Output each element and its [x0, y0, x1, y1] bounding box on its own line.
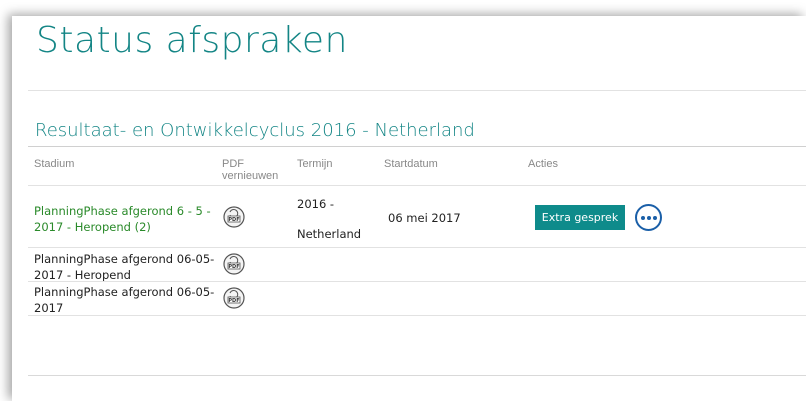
column-header-startdatum: Startdatum: [384, 158, 438, 170]
section-title: Resultaat- en Ontwikkelcyclus 2016 - Net…: [35, 120, 475, 141]
stadium-line1: PlanningPhase afgerond 06-05-: [34, 285, 215, 299]
dot: [640, 215, 645, 220]
dot: [646, 215, 651, 220]
column-header-pdf: PDF vernieuwen: [222, 158, 278, 182]
column-header-termijn: Termijn: [297, 158, 333, 170]
svg-text:PDF: PDF: [228, 264, 239, 270]
extra-gesprek-button[interactable]: Extra gesprek: [535, 205, 625, 230]
column-header-pdf-line1: PDF: [222, 158, 244, 170]
pdf-refresh-icon[interactable]: PDF: [223, 253, 245, 275]
header-divider: [28, 185, 806, 186]
bottom-divider: [28, 375, 806, 376]
column-header-acties: Acties: [528, 158, 558, 170]
section-divider: [28, 146, 806, 147]
row-divider: [28, 281, 806, 282]
svg-text:PDF: PDF: [228, 298, 239, 304]
pdf-refresh-icon[interactable]: PDF: [223, 287, 245, 309]
termijn-line2: Netherland: [297, 227, 362, 241]
stadium-cell[interactable]: PlanningPhase afgerond 06-05- 2017 - Her…: [34, 251, 214, 283]
startdatum-cell: 06 mei 2017: [388, 211, 461, 225]
stadium-line1: PlanningPhase afgerond 06-05-: [34, 252, 215, 266]
page-title: Status afspraken: [36, 20, 348, 61]
stadium-line2: 2017 - Heropend (2): [34, 220, 151, 234]
termijn-line1: 2016 -: [297, 197, 335, 211]
stadium-line1: PlanningPhase afgerond 6 - 5 -: [34, 204, 211, 218]
column-header-stadium: Stadium: [34, 158, 75, 170]
stadium-cell[interactable]: PlanningPhase afgerond 6 - 5 - 2017 - He…: [34, 203, 211, 235]
svg-text:PDF: PDF: [228, 217, 239, 223]
column-header-pdf-line2: vernieuwen: [222, 170, 279, 182]
row-divider: [28, 315, 806, 316]
dot: [652, 215, 657, 220]
title-divider: [28, 90, 806, 91]
termijn-cell: 2016 - Netherland: [297, 196, 361, 242]
stadium-cell[interactable]: PlanningPhase afgerond 06-05- 2017: [34, 284, 214, 316]
more-options-icon[interactable]: [635, 204, 662, 231]
stadium-line2: 2017: [34, 301, 64, 315]
pdf-refresh-icon[interactable]: PDF: [223, 206, 245, 228]
row-divider: [28, 247, 806, 248]
